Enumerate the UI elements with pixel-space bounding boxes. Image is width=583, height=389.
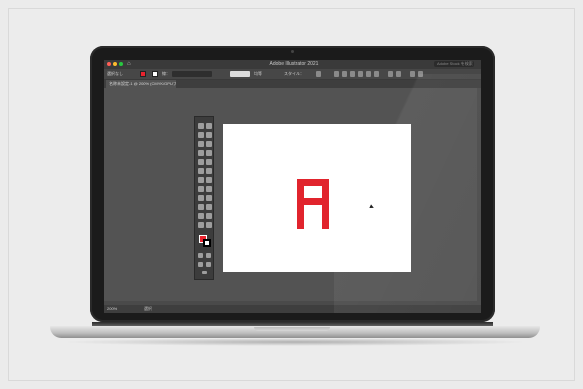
glyph-top-bar: [297, 179, 329, 186]
eraser-tool-icon[interactable]: [198, 177, 204, 183]
laptop-lid: ⌂ Adobe Illustrator 2021 Adobe Stock を検索…: [90, 46, 495, 322]
profile-dropdown[interactable]: [230, 71, 250, 77]
tools-panel: [194, 116, 214, 280]
app-title: Adobe Illustrator 2021: [269, 61, 319, 67]
draw-mode-icon[interactable]: [198, 262, 203, 267]
shaper-tool-icon[interactable]: [198, 168, 204, 174]
paintbrush-tool-icon[interactable]: [206, 159, 212, 165]
minimize-window-button[interactable]: [113, 62, 117, 66]
direct-selection-tool-icon[interactable]: [206, 123, 212, 129]
gradient-mode-icon[interactable]: [206, 253, 211, 258]
shape-builder-tool-icon[interactable]: [206, 195, 212, 201]
glyph-cross-bar: [297, 198, 329, 205]
stock-search-input[interactable]: Adobe Stock を検索: [434, 61, 474, 67]
magic-wand-tool-icon[interactable]: [198, 132, 204, 138]
laptop-shadow: [60, 338, 530, 346]
control-panel: 選択なし 線： 均等 スタイル：: [104, 69, 481, 80]
scale-tool-icon[interactable]: [198, 186, 204, 192]
selection-tool-icon[interactable]: [198, 123, 204, 129]
align-left-icon[interactable]: [334, 71, 339, 77]
vertical-scrollbar[interactable]: [477, 88, 481, 301]
arrange-icon[interactable]: [410, 71, 415, 77]
line-tool-icon[interactable]: [206, 150, 212, 156]
align-middle-icon[interactable]: [366, 71, 371, 77]
close-window-button[interactable]: [107, 62, 111, 66]
free-transform-tool-icon[interactable]: [198, 195, 204, 201]
mesh-tool-icon[interactable]: [206, 204, 212, 210]
width-tool-icon[interactable]: [206, 186, 212, 192]
align-center-icon[interactable]: [342, 71, 347, 77]
color-mode-icon[interactable]: [198, 253, 203, 258]
perspective-grid-tool-icon[interactable]: [198, 204, 204, 210]
eyedropper-tool-icon[interactable]: [206, 213, 212, 219]
transform-icon[interactable]: [396, 71, 401, 77]
hand-tool-icon[interactable]: [198, 222, 204, 228]
rectangle-tool-icon[interactable]: [198, 159, 204, 165]
distribute-icon[interactable]: [388, 71, 393, 77]
illustrator-window: ⌂ Adobe Illustrator 2021 Adobe Stock を検索…: [104, 60, 481, 313]
more-tools-icon[interactable]: [202, 271, 207, 274]
style-label: スタイル：: [284, 71, 304, 76]
stroke-swatch[interactable]: [203, 239, 211, 247]
zoom-level[interactable]: 200%: [107, 305, 117, 313]
uniform-label: 均等: [254, 71, 262, 76]
style-swatch-icon[interactable]: [316, 71, 321, 77]
align-bottom-icon[interactable]: [374, 71, 379, 77]
stroke-weight-field[interactable]: [172, 71, 212, 77]
menu-icon[interactable]: [418, 71, 423, 77]
camera: [291, 50, 294, 53]
document-tab[interactable]: 名称未設定-1 @ 200% (CMYK/GPUプレビュー): [106, 80, 176, 88]
gradient-tool-icon[interactable]: [198, 213, 204, 219]
zoom-tool-icon[interactable]: [206, 222, 212, 228]
status-bar: 200% 選択: [104, 305, 481, 313]
stroke-color-swatch[interactable]: [152, 71, 158, 77]
pencil-tool-icon[interactable]: [206, 168, 212, 174]
lid-opening-notch: [254, 327, 330, 331]
title-bar: ⌂ Adobe Illustrator 2021 Adobe Stock を検索: [104, 60, 481, 69]
selection-status: 選択なし: [107, 71, 123, 76]
curvature-tool-icon[interactable]: [206, 141, 212, 147]
align-top-icon[interactable]: [358, 71, 363, 77]
pen-tool-icon[interactable]: [198, 141, 204, 147]
stroke-label: 線：: [162, 71, 170, 76]
current-tool-status: 選択: [144, 306, 152, 311]
lasso-tool-icon[interactable]: [206, 132, 212, 138]
zoom-window-button[interactable]: [119, 62, 123, 66]
screen-mode-icon[interactable]: [206, 262, 211, 267]
align-right-icon[interactable]: [350, 71, 355, 77]
document-tab-bar: 名称未設定-1 @ 200% (CMYK/GPUプレビュー): [104, 80, 481, 88]
type-tool-icon[interactable]: [198, 150, 204, 156]
home-icon[interactable]: ⌂: [127, 61, 133, 67]
fill-color-swatch[interactable]: [140, 71, 146, 77]
rotate-tool-icon[interactable]: [206, 177, 212, 183]
